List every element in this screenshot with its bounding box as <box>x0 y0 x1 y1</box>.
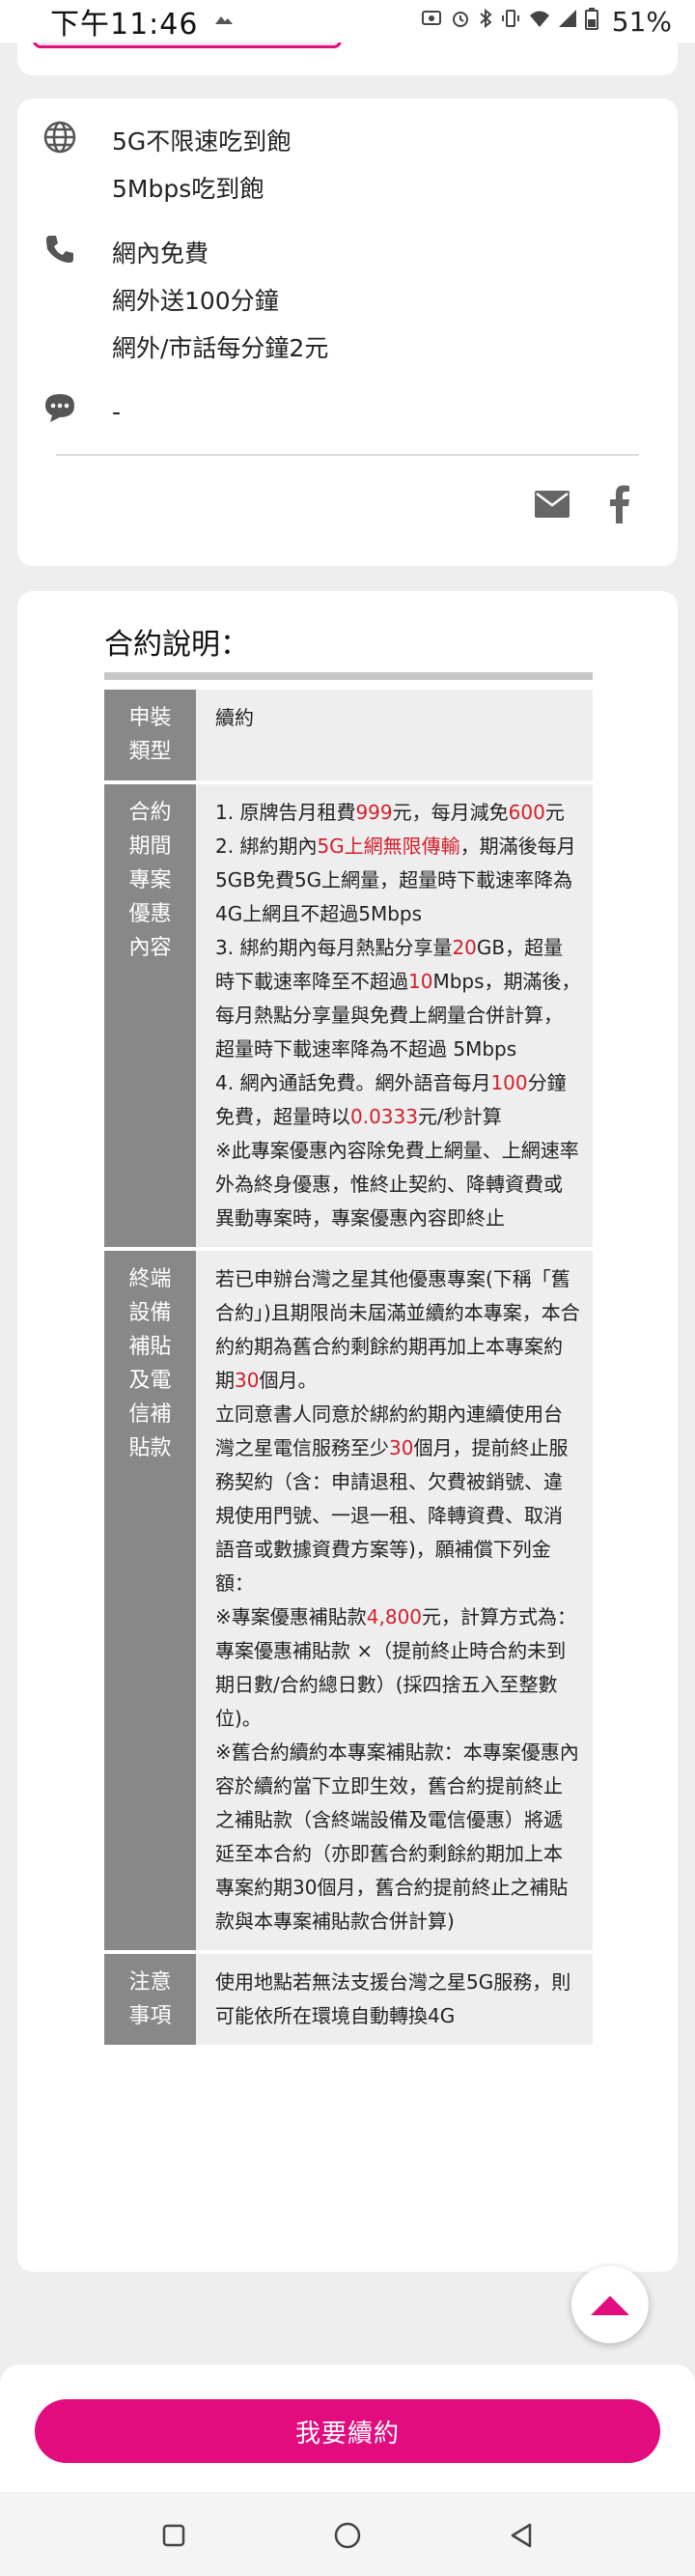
paragraph: 3. 綁約期內每月熱點分享量20GB，超量時下載速率降至不超過10Mbps，期滿… <box>215 936 581 1061</box>
paragraph: 續約 <box>215 706 254 729</box>
voice-line-3: 網外/市話每分鐘2元 <box>112 334 329 362</box>
row-value: 1. 原牌告月租費999元，每月減免600元 2. 綁約期內5G上網無限傳輸，期… <box>196 782 593 1251</box>
battery-percent: 51% <box>611 5 672 38</box>
renew-button[interactable]: 我要續約 <box>35 2399 660 2463</box>
contract-title: 合約說明： <box>104 628 249 662</box>
paragraph: ※此專案優惠內容除免費上網量、上網速率外為終身優惠，惟終止契約、降轉資費或異動專… <box>215 1139 579 1230</box>
voice-feature: 網內免費 網外送100分鐘 網外/市話每分鐘2元 <box>41 230 328 372</box>
row-value: 續約 <box>196 690 593 784</box>
mail-icon[interactable] <box>529 481 575 527</box>
paragraph: 2. 綁約期內5G上網無限傳輸，期滿後每月5GB免費5G上網量，超量時下載速率降… <box>215 835 576 925</box>
paragraph: 使用地點若無法支援台灣之星5G服務，則可能依所在環境自動轉換4G <box>215 1970 571 2027</box>
home-icon[interactable] <box>328 2516 367 2555</box>
paragraph: 4. 網內通話免費。網外語音每月100分鐘免費，超量時以0.0333元/秒計算 <box>215 1071 567 1128</box>
table-row: 終端設備補貼及電信補貼款 若已申辦台灣之星其他優惠專案(下稱「舊合約」)且期限尚… <box>104 1249 593 1954</box>
data-line-1: 5G不限速吃到飽 <box>112 127 292 156</box>
row-label: 合約期間專案優惠內容 <box>104 782 196 1251</box>
bluetooth-icon <box>479 8 492 35</box>
contract-table: 申裝類型 續約 合約期間專案優惠內容 1. 原牌告月租費999元，每月減免600… <box>104 690 593 2049</box>
status-time: 下午11:46 <box>50 8 199 42</box>
vibrate-icon <box>500 8 521 35</box>
system-nav-bar <box>0 2494 695 2576</box>
contract-card: 合約說明： 申裝類型 續約 合約期間專案優惠內容 1. 原牌告月租費999元，每… <box>17 591 678 2272</box>
phone-icon <box>41 230 79 269</box>
globe-icon <box>41 118 79 156</box>
table-row: 申裝類型 續約 <box>104 690 593 784</box>
battery-icon <box>584 7 598 36</box>
status-bar: 下午11:46 51% <box>0 0 695 42</box>
scroll-to-top-button[interactable] <box>571 2266 649 2343</box>
wifi-icon <box>529 9 550 34</box>
paragraph: ※專案優惠補貼款4,800元，計算方式為：專案優惠補貼款 ×（提前終止時合約未到… <box>215 1605 577 1730</box>
row-label: 申裝類型 <box>104 690 196 784</box>
recent-apps-icon[interactable] <box>154 2516 193 2555</box>
paragraph: ※舊合約續約本專案補貼款：本專案優惠內容於續約當下立即生效，舊合約提前終止之補貼… <box>215 1741 579 1933</box>
sms-line-1: - <box>112 398 122 426</box>
paragraph: 1. 原牌告月租費999元，每月減免600元 <box>215 801 565 824</box>
row-label: 終端設備補貼及電信補貼款 <box>104 1249 196 1954</box>
voice-line-2: 網外送100分鐘 <box>112 287 279 315</box>
status-icons: 51% <box>421 6 672 38</box>
row-value: 若已申辦台灣之星其他優惠專案(下稱「舊合約」)且期限尚未屆滿並續約本專案，本合約… <box>196 1249 593 1954</box>
sms-feature: - <box>41 388 121 436</box>
chat-bubble-icon <box>41 388 79 427</box>
table-row: 注意事項 使用地點若無法支援台灣之星5G服務，則可能依所在環境自動轉換4G <box>104 1952 593 2049</box>
bottom-action-bar: 我要續約 <box>0 2364 695 2492</box>
plan-features-card: 5G不限速吃到飽 5Mbps吃到飽 網內免費 網外送100分鐘 網外/市話每分鐘… <box>17 99 678 566</box>
notification-icon <box>213 10 235 34</box>
row-label: 注意事項 <box>104 1952 196 2049</box>
table-row: 合約期間專案優惠內容 1. 原牌告月租費999元，每月減免600元 2. 綁約期… <box>104 782 593 1251</box>
voice-line-1: 網內免費 <box>112 240 209 268</box>
back-icon[interactable] <box>502 2516 541 2555</box>
row-value: 使用地點若無法支援台灣之星5G服務，則可能依所在環境自動轉換4G <box>196 1952 593 2049</box>
data-feature: 5G不限速吃到飽 5Mbps吃到飽 <box>41 118 291 212</box>
alarm-icon <box>450 8 471 35</box>
title-underline <box>104 672 593 680</box>
paragraph: 立同意書人同意於綁約約期內連續使用台灣之星電信服務至少30個月，提前終止服務契約… <box>215 1402 569 1595</box>
data-line-2: 5Mbps吃到飽 <box>112 175 264 203</box>
signal-icon <box>558 9 577 34</box>
paragraph: 若已申辦台灣之星其他優惠專案(下稱「舊合約」)且期限尚未屆滿並續約本專案，本合約… <box>215 1267 580 1392</box>
facebook-icon[interactable] <box>597 481 643 527</box>
divider <box>56 454 639 456</box>
cast-icon <box>421 9 442 34</box>
chevron-up-icon <box>591 2296 629 2315</box>
